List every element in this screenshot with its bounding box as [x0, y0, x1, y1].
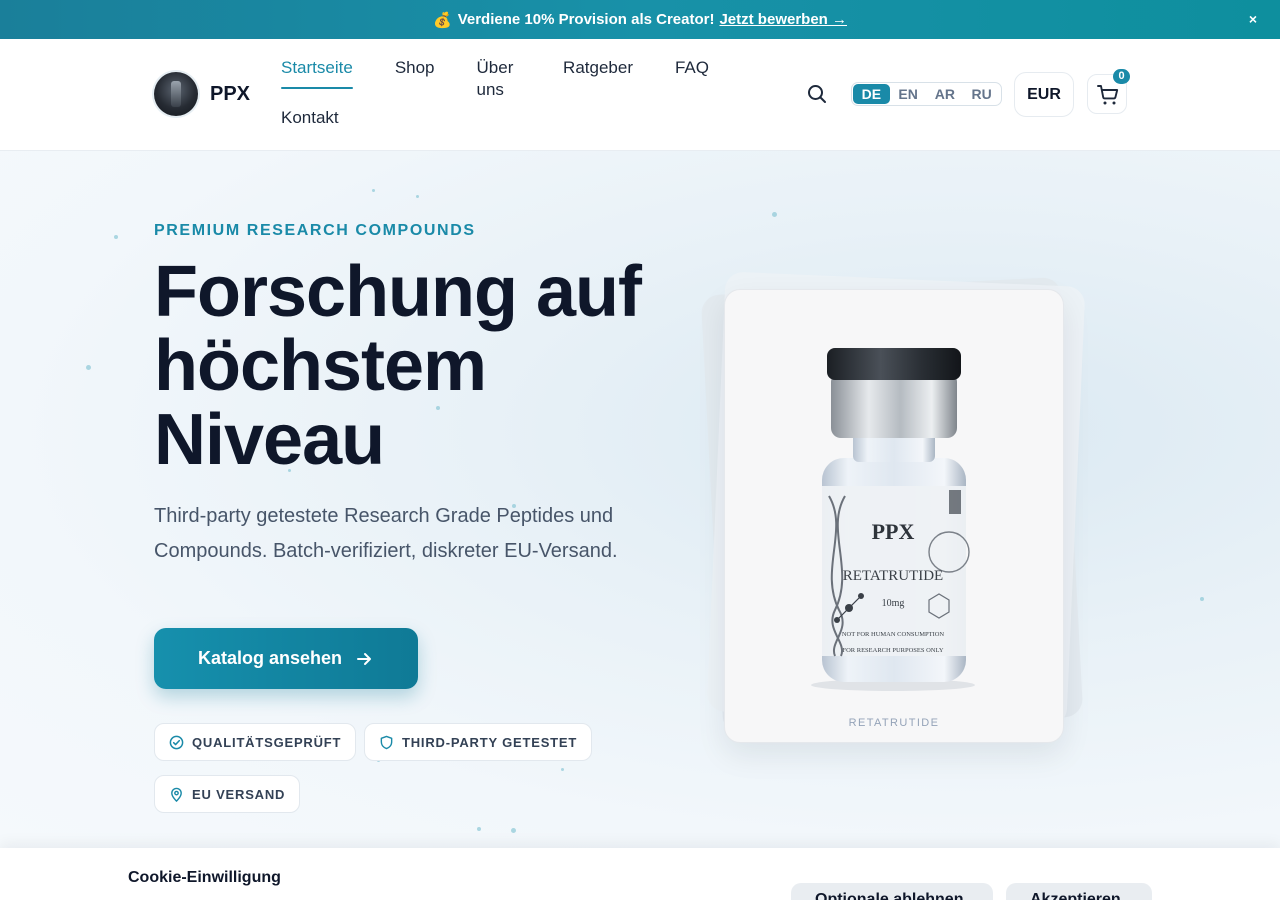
decor-dot — [561, 768, 564, 771]
hero-title: Forschung auf höchstem Niveau — [154, 255, 674, 477]
nav-contact[interactable]: Kontakt — [281, 107, 339, 139]
brand-logo[interactable]: PPX — [154, 72, 250, 116]
catalog-button[interactable]: Katalog ansehen — [154, 628, 418, 689]
cart-button[interactable]: 0 — [1087, 69, 1130, 114]
decor-dot — [86, 365, 91, 370]
badge-quality: QUALITÄTSGEPRÜFT — [154, 723, 357, 761]
badge-shipping: EU VERSAND — [154, 775, 301, 813]
accept-button[interactable]: Akzeptieren — [1006, 883, 1152, 900]
hero-title-line: höchstem — [154, 326, 487, 406]
vial-dose: 10mg — [882, 598, 905, 609]
decor-dot — [477, 827, 481, 831]
arrow-right-icon — [357, 652, 372, 665]
decor-dot — [772, 212, 777, 217]
currency-selector[interactable]: EUR — [1014, 72, 1074, 117]
product-caption: RETATRUTIDE — [848, 717, 940, 729]
logo-mark-icon — [154, 72, 198, 116]
decor-dot — [511, 828, 516, 833]
badge-shipping-label: EU VERSAND — [192, 786, 286, 802]
money-bag-icon: 💰 — [433, 11, 452, 29]
vial-warning-1: NOT FOR HUMAN CONSUMPTION — [842, 631, 945, 638]
cart-count-badge: 0 — [1113, 69, 1130, 84]
vial-name: RETATRUTIDE — [843, 568, 943, 584]
shield-icon — [380, 735, 393, 749]
hero-section: PREMIUM RESEARCH COMPOUNDS Forschung auf… — [0, 151, 1280, 848]
site-header: PPX Startseite Shop Über uns Ratgeber FA… — [0, 39, 1280, 151]
vial-warning-2: FOR RESEARCH PURPOSES ONLY — [842, 647, 943, 654]
lang-ar[interactable]: AR — [927, 84, 964, 104]
lang-en[interactable]: EN — [890, 84, 927, 104]
lang-de[interactable]: DE — [853, 84, 890, 104]
check-circle-icon — [169, 735, 184, 749]
promo-banner: 💰 Verdiene 10% Provision als Creator! Je… — [0, 0, 1280, 39]
decor-dot — [1200, 597, 1204, 601]
vial-brand: PPX — [872, 519, 915, 544]
nav-about[interactable]: Über uns — [477, 57, 522, 99]
cookie-title: Cookie-Einwilligung — [128, 869, 281, 886]
product-vial-image: PPX RETATRUTIDE 10mg NOT FOR HUMAN CONSU… — [811, 348, 975, 691]
nav-guide[interactable]: Ratgeber — [563, 57, 633, 89]
badge-tested: THIRD-PARTY GETESTET — [364, 723, 593, 761]
catalog-button-label: Katalog ansehen — [197, 648, 343, 668]
product-card[interactable]: PPX RETATRUTIDE 10mg NOT FOR HUMAN CONSU… — [724, 289, 1064, 743]
nav-home[interactable]: Startseite — [281, 57, 353, 89]
main-nav: Startseite Shop Über uns Ratgeber FAQ Ko… — [281, 57, 751, 139]
brand-name: PPX — [210, 82, 251, 105]
map-pin-icon — [171, 787, 182, 802]
hero-title-line: Niveau — [154, 400, 385, 480]
hero-eyebrow: PREMIUM RESEARCH COMPOUNDS — [154, 222, 476, 239]
cart-icon — [1097, 85, 1119, 105]
search-icon[interactable] — [806, 83, 828, 105]
decor-dot — [372, 189, 375, 192]
badge-quality-label: QUALITÄTSGEPRÜFT — [192, 734, 342, 750]
hero-title-line: Forschung auf — [154, 252, 642, 332]
reject-optional-button[interactable]: Optionale ablehnen — [791, 883, 993, 900]
language-switcher: DE EN AR RU — [851, 82, 1002, 106]
decor-dot — [114, 235, 118, 239]
close-icon[interactable]: × — [1244, 10, 1262, 28]
lang-ru[interactable]: RU — [963, 84, 1000, 104]
nav-faq[interactable]: FAQ — [675, 57, 709, 89]
promo-text: Verdiene 10% Provision als Creator! — [457, 11, 715, 28]
cookie-banner: Cookie-Einwilligung Optionale ablehnen A… — [0, 848, 1280, 900]
nav-shop[interactable]: Shop — [395, 57, 435, 89]
apply-link[interactable]: Jetzt bewerben → — [719, 11, 847, 28]
hero-lead: Third-party getestete Research Grade Pep… — [154, 505, 618, 562]
decor-dot — [416, 195, 419, 198]
badge-tested-label: THIRD-PARTY GETESTET — [402, 734, 578, 750]
